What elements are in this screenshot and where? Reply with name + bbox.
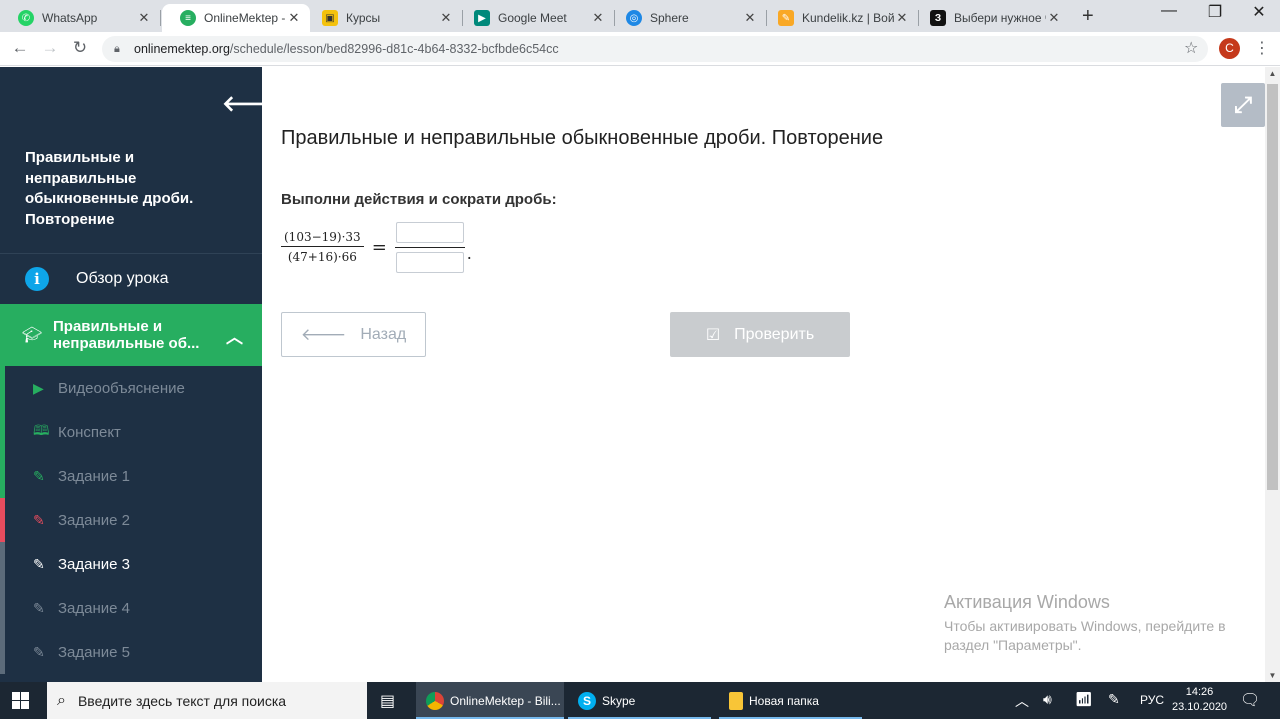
system-clock[interactable]: 14:26 23.10.2020 [1172,685,1227,715]
close-tab-icon[interactable]: ✕ [136,10,152,26]
folder-icon [729,691,743,710]
arrow-left-icon: 🡐 [300,324,347,344]
edit-icon: ✎ [33,555,45,572]
sidebar-section-current[interactable]: 🎓︎ Правильные и неправильные об... ︿ [0,304,262,366]
profile-avatar[interactable]: C [1219,38,1240,59]
sidebar-item-video[interactable]: ▶ Видеообъяснение [0,366,262,410]
chevron-up-icon[interactable]: ︿ [226,323,243,348]
bookmark-star-icon[interactable]: ☆ [1184,38,1198,58]
reload-icon[interactable]: ↻ [68,38,92,58]
search-icon: ⌕ [57,691,66,709]
back-button[interactable]: 🡐 Назад [281,312,426,357]
lesson-sidebar: 🡐 Правильные и неправильные обыкновенные… [0,67,262,682]
lock-icon: 🔒︎ [114,43,120,55]
chrome-icon [426,691,444,710]
fraction-bar [394,246,465,248]
language-indicator[interactable]: РУС [1140,693,1164,707]
page-title: Правильные и неправильные обыкновенные д… [281,127,884,149]
url-input[interactable]: 🔒︎ onlinemektep.org/schedule/lesson/bed8… [102,36,1208,62]
lesson-content: ⤢ Правильные и неправильные обыкновенные… [262,67,1265,682]
edit-icon: ✎ [33,599,45,616]
close-tab-icon[interactable]: ✕ [590,10,606,26]
numerator-answer-input[interactable] [395,221,464,243]
period: . [466,244,472,263]
sidebar-lesson-title: Правильные и неправильные обыкновенные д… [25,149,194,228]
close-tab-icon[interactable]: ✕ [286,10,302,26]
check-button[interactable]: ☑ Проверить [670,312,850,357]
minimize-icon[interactable]: — [1146,2,1192,20]
info-icon: i [25,267,49,291]
sidebar-item-list: ▶ Видеообъяснение 🕮︎ Конспект ✎ Задание … [0,366,262,674]
collapse-sidebar-arrow-icon[interactable]: 🡐 [222,91,262,117]
wifi-icon[interactable]: 📶︎ [1075,691,1093,708]
tab-kundelik[interactable]: ✎ Kundelik.kz | Войт ✕ [766,4,919,32]
volume-icon[interactable]: 🔊︎ [1043,691,1052,708]
sidebar-item-task-5[interactable]: ✎ Задание 5 [0,630,262,674]
menu-kebab-icon[interactable]: ⋮ [1254,38,1270,58]
chevron-up-tray-icon[interactable]: ︿ [1015,691,1029,711]
kursy-icon: ▣ [322,10,338,26]
whatsapp-icon: ✆ [18,10,34,26]
windows-taskbar: ⌕ Введите здесь текст для поиска ▤ Onlin… [0,682,1280,719]
task-prompt: Выполни действия и сократи дробь: [281,191,557,208]
forward-arrow-icon[interactable]: → [38,38,62,58]
close-tab-icon[interactable]: ✕ [1046,10,1062,26]
back-arrow-icon[interactable]: ← [8,38,32,58]
scroll-thumb[interactable] [1267,84,1278,490]
onlinemektep-icon: ≡ [180,10,196,26]
play-icon: ▶ [33,379,44,396]
page-scrollbar[interactable]: ▲ ▼ [1265,67,1280,682]
sidebar-item-konspekt[interactable]: 🕮︎ Конспект [0,410,262,454]
pen-icon[interactable]: ✎ [1108,691,1120,708]
edit-icon: ✎ [33,467,45,484]
browser-tab-bar: ✆ WhatsApp ✕ ≡ OnlineMektep - Bi ✕ ▣ Кур… [0,0,1280,32]
skype-icon: S [578,691,596,710]
windows-start-icon[interactable] [12,692,29,709]
tab-sphere[interactable]: ◎ Sphere ✕ [614,4,767,32]
tab-kursy[interactable]: ▣ Курсы ✕ [310,4,463,32]
fraction-equation: (103−19)·33 (47+16)·66 = . [281,219,472,275]
restore-icon[interactable]: ❐ [1192,2,1238,22]
taskbar-app-chrome[interactable]: OnlineMektep - Bili... [416,682,564,719]
answer-fraction [394,221,465,273]
taskbar-app-folder[interactable]: Новая папка [719,682,862,719]
sidebar-item-overview[interactable]: i Обзор урока [0,254,262,304]
fraction-denominator: (47+16)·66 [287,250,357,264]
address-bar: ← → ↻ 🔒︎ onlinemektep.org/schedule/lesso… [0,32,1280,66]
tab-google-meet[interactable]: ▶ Google Meet ✕ [462,4,615,32]
tab-yaklass[interactable]: З Выбери нужное ч ✕ [918,4,1070,32]
tab-whatsapp[interactable]: ✆ WhatsApp ✕ [0,4,161,32]
sphere-icon: ◎ [626,10,642,26]
close-tab-icon[interactable]: ✕ [894,10,910,26]
edit-icon: ✎ [33,643,45,660]
yaklass-icon: З [930,10,946,26]
sidebar-item-task-1[interactable]: ✎ Задание 1 [0,454,262,498]
given-fraction: (103−19)·33 (47+16)·66 [281,230,364,264]
scroll-up-icon[interactable]: ▲ [1265,69,1280,78]
google-meet-icon: ▶ [474,10,490,26]
sidebar-item-task-3[interactable]: ✎ Задание 3 [0,542,262,586]
fraction-numerator: (103−19)·33 [281,230,364,247]
equals-sign: = [371,236,387,258]
kundelik-icon: ✎ [778,10,794,26]
close-window-icon[interactable]: ✕ [1236,2,1280,22]
taskbar-search-input[interactable]: ⌕ Введите здесь текст для поиска [47,682,367,719]
task-view-icon[interactable]: ▤ [380,691,395,711]
close-tab-icon[interactable]: ✕ [438,10,454,26]
denominator-answer-input[interactable] [395,251,464,273]
checkbox-check-icon: ☑ [705,326,721,344]
sidebar-item-task-2[interactable]: ✎ Задание 2 [0,498,262,542]
edit-icon: ✎ [33,511,45,528]
new-tab-button[interactable]: + [1082,5,1094,28]
taskbar-app-skype[interactable]: S Skype [568,682,711,719]
book-icon: 🕮︎ [33,422,50,438]
graduation-cap-icon: 🎓︎ [22,327,43,344]
fullscreen-expand-icon[interactable]: ⤢ [1221,83,1265,127]
close-tab-icon[interactable]: ✕ [742,10,758,26]
notification-icon[interactable]: 🗨︎ [1240,690,1260,710]
sidebar-item-task-4[interactable]: ✎ Задание 4 [0,586,262,630]
tab-onlinemektep[interactable]: ≡ OnlineMektep - Bi ✕ [162,4,310,32]
windows-activation-watermark: Активация Windows Чтобы активировать Win… [944,592,1226,653]
scroll-down-icon[interactable]: ▼ [1265,671,1280,680]
